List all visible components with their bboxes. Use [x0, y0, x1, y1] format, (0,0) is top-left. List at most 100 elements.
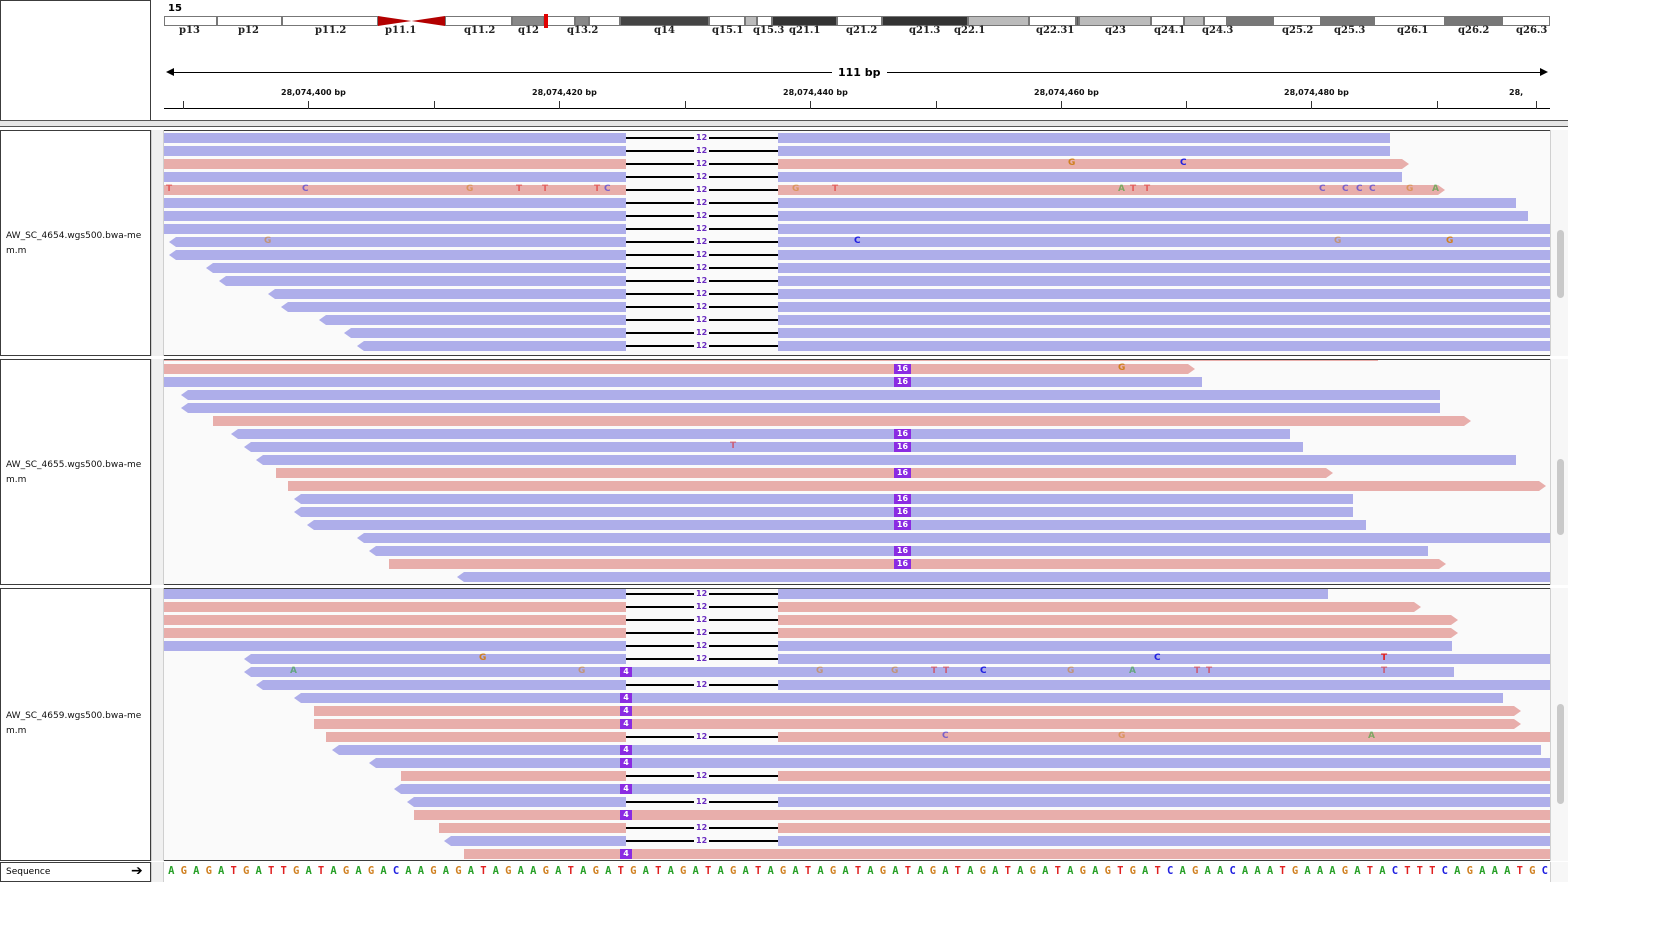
- read[interactable]: 12: [281, 301, 1550, 312]
- scrollbar-1[interactable]: [1550, 130, 1568, 356]
- chromosome-ideogram-panel[interactable]: 15 p13 p12 p11.2 p11.1 q11.2 q12 q13.2 q14 q15.1…: [164, 0, 1550, 50]
- read[interactable]: 4AGGGTTCGATTT: [244, 666, 1454, 677]
- read[interactable]: 12: [439, 822, 1550, 833]
- read[interactable]: 16: [389, 559, 1446, 569]
- read[interactable]: 12: [319, 314, 1550, 325]
- read[interactable]: 4: [314, 706, 1521, 716]
- read[interactable]: 16: [294, 494, 1353, 504]
- read[interactable]: 12: [256, 679, 1550, 690]
- read[interactable]: 12: [164, 223, 1550, 234]
- read[interactable]: 12: [444, 835, 1550, 846]
- scrollbar-3[interactable]: [1550, 588, 1568, 861]
- read[interactable]: 16: [231, 429, 1290, 439]
- read[interactable]: 16: [369, 546, 1428, 556]
- read[interactable]: [213, 416, 1471, 426]
- read[interactable]: 12: [164, 627, 1458, 638]
- scrollbar-2[interactable]: [1550, 359, 1568, 585]
- read[interactable]: 12: [164, 589, 1328, 599]
- read[interactable]: 12 C G A: [326, 731, 1550, 742]
- reference-base: G: [979, 865, 986, 877]
- read[interactable]: [181, 403, 1440, 413]
- ruler-minor-tick: [434, 101, 435, 109]
- read[interactable]: 4: [464, 849, 1550, 859]
- read[interactable]: 16: [276, 468, 1333, 478]
- insertion-marker[interactable]: 4: [620, 706, 632, 716]
- read[interactable]: 12 T C G T T T C G T A T T C C C C G A: [164, 184, 1445, 195]
- read[interactable]: 12: [164, 171, 1402, 182]
- insertion-marker[interactable]: 4: [620, 667, 632, 677]
- ideogram[interactable]: p13 p12 p11.2 p11.1 q11.2 q12 q13.2 q14 q15.1 q15…: [164, 0, 1550, 50]
- read[interactable]: 12 G C T: [244, 653, 1550, 664]
- insertion-marker[interactable]: 4: [620, 745, 632, 755]
- read[interactable]: 12: [268, 288, 1550, 299]
- insertion-marker[interactable]: 4: [620, 849, 632, 859]
- insertion-marker[interactable]: 4: [620, 784, 632, 794]
- read[interactable]: [181, 390, 1440, 400]
- read[interactable]: 4: [394, 784, 1550, 794]
- track-name-panel-2[interactable]: AW_SC_4655.wgs500.bwa-mem.m: [0, 359, 151, 585]
- alignment-track-2[interactable]: 16 G 16 16 16 T 16 16 16 16 16 16: [164, 359, 1550, 585]
- scrollbar-thumb-1[interactable]: [1557, 230, 1564, 298]
- read[interactable]: 12: [164, 210, 1528, 221]
- read[interactable]: 12: [164, 601, 1421, 612]
- read[interactable]: 12: [401, 770, 1550, 781]
- read[interactable]: 12: [344, 327, 1550, 338]
- insertion-marker[interactable]: 16: [894, 494, 911, 504]
- read[interactable]: 12: [206, 262, 1550, 273]
- scrollbar-thumb-2[interactable]: [1557, 459, 1564, 535]
- read[interactable]: 12 G C: [164, 158, 1409, 169]
- read[interactable]: [256, 455, 1516, 465]
- read[interactable]: 12: [164, 640, 1452, 651]
- read[interactable]: [164, 360, 1378, 361]
- insertion-marker[interactable]: 16: [894, 520, 911, 530]
- read[interactable]: 4: [294, 693, 1503, 703]
- insertion-marker[interactable]: 16: [894, 546, 911, 556]
- sequence-name-panel[interactable]: Sequence ➔: [0, 862, 151, 882]
- read[interactable]: 12: [164, 197, 1516, 208]
- insertion-marker[interactable]: 16: [894, 429, 911, 439]
- read[interactable]: [457, 572, 1550, 582]
- read[interactable]: 12: [219, 275, 1550, 286]
- read[interactable]: 16: [307, 520, 1366, 530]
- read[interactable]: 12: [407, 796, 1550, 807]
- insertion-marker[interactable]: 4: [620, 810, 632, 820]
- read[interactable]: 12 G C G G: [169, 236, 1550, 247]
- insertion-marker[interactable]: 4: [620, 758, 632, 768]
- insertion-marker[interactable]: 16: [894, 468, 911, 478]
- read[interactable]: 12: [169, 249, 1550, 260]
- read[interactable]: 16 T: [244, 441, 1303, 452]
- track-name-panel-3[interactable]: AW_SC_4659.wgs500.bwa-mem.m: [0, 588, 151, 861]
- cytoband[interactable]: [1184, 16, 1204, 26]
- strand-arrow-icon[interactable]: ➔: [131, 864, 143, 878]
- read[interactable]: 12: [357, 340, 1550, 351]
- read[interactable]: 12: [164, 145, 1390, 156]
- mismatch-base: T: [1130, 184, 1137, 194]
- scrollbar-thumb-3[interactable]: [1557, 704, 1564, 804]
- read[interactable]: 12: [164, 132, 1390, 143]
- read[interactable]: [288, 481, 1546, 491]
- sequence-scrollcol: [1550, 862, 1568, 882]
- alignment-track-1[interactable]: 12 12 12 G C 12 12 T C G T T T C G T A T T C C C C G A 12 12 12 12 G C…: [164, 130, 1550, 356]
- read[interactable]: 4: [314, 719, 1521, 729]
- insertion-marker[interactable]: 16: [894, 507, 911, 517]
- insertion-marker[interactable]: 16: [894, 559, 911, 569]
- read[interactable]: [357, 533, 1550, 543]
- insertion-marker[interactable]: 4: [620, 693, 632, 703]
- read[interactable]: 4: [414, 810, 1550, 820]
- insertion-marker[interactable]: 16: [894, 364, 911, 374]
- insertion-marker[interactable]: 4: [620, 719, 632, 729]
- read[interactable]: 16: [294, 507, 1353, 517]
- read[interactable]: 4: [369, 758, 1550, 768]
- insertion-marker[interactable]: 16: [894, 442, 911, 452]
- reference-base: C: [1229, 865, 1236, 877]
- track-name-panel-1[interactable]: AW_SC_4654.wgs500.bwa-mem.m: [0, 130, 151, 356]
- read[interactable]: 16: [164, 377, 1202, 387]
- alignment-track-3[interactable]: 12 12 12 12 12 12 G C T 4 A G G G T T C G A T T T 12 4 4 4 12 C G A 4 4…: [164, 588, 1550, 861]
- mismatch-base: C: [1342, 184, 1349, 194]
- read[interactable]: 16 G: [164, 363, 1195, 374]
- cytoband[interactable]: [1227, 16, 1273, 26]
- reference-base: A: [1216, 865, 1224, 877]
- insertion-marker[interactable]: 16: [894, 377, 911, 387]
- read[interactable]: 4: [332, 745, 1541, 755]
- read[interactable]: 12: [164, 614, 1458, 625]
